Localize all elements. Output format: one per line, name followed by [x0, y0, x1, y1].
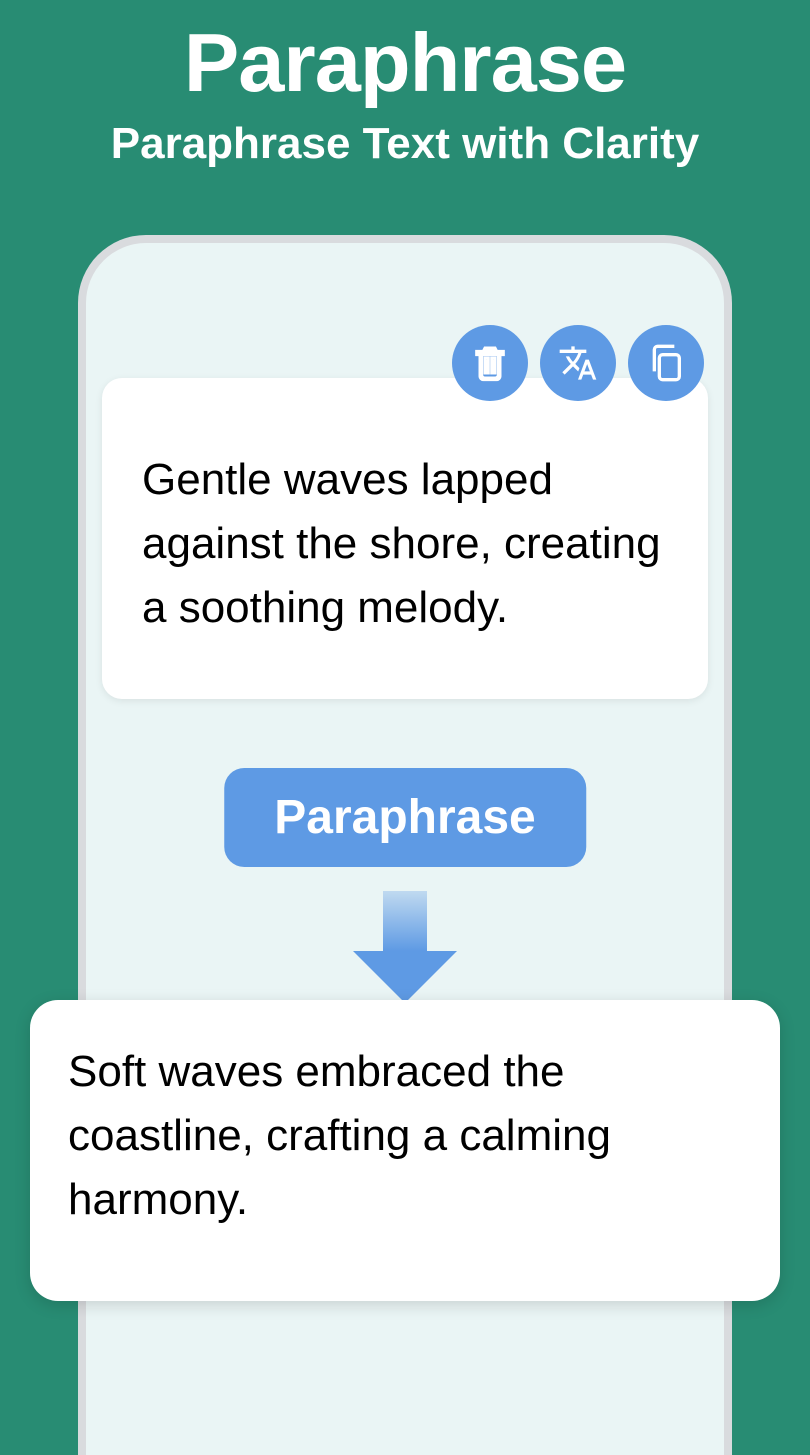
header: Paraphrase Paraphrase Text with Clarity [0, 0, 810, 169]
paraphrase-button[interactable]: Paraphrase [224, 768, 586, 867]
paraphrase-button-label: Paraphrase [274, 791, 536, 844]
output-text: Soft waves embraced the coastline, craft… [68, 1040, 742, 1231]
copy-button[interactable] [628, 325, 704, 401]
input-text: Gentle waves lapped against the shore, c… [142, 448, 668, 639]
trash-icon [470, 343, 510, 383]
page-title: Paraphrase [0, 15, 810, 111]
input-card[interactable]: Gentle waves lapped against the shore, c… [102, 378, 708, 699]
arrow-icon [353, 891, 457, 1003]
delete-button[interactable] [452, 325, 528, 401]
translate-button[interactable] [540, 325, 616, 401]
copy-icon [646, 343, 686, 383]
translate-icon [558, 343, 598, 383]
action-buttons [452, 325, 704, 401]
output-card: Soft waves embraced the coastline, craft… [30, 1000, 780, 1301]
page-subtitle: Paraphrase Text with Clarity [0, 119, 810, 169]
